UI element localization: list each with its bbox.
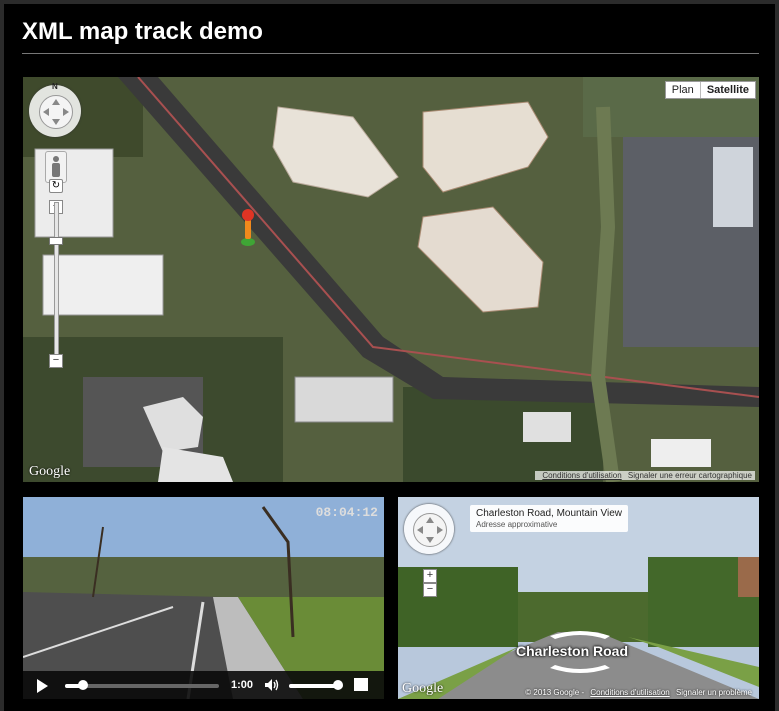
pan-arrows-icon[interactable] bbox=[413, 513, 447, 547]
map-attribution: Conditions d'utilisation Signaler une er… bbox=[535, 471, 755, 480]
zoom-out-button[interactable]: − bbox=[49, 354, 63, 368]
satellite-map[interactable]: Plan Satellite N ↻ + − Google Conditions… bbox=[23, 77, 759, 482]
report-error-link[interactable]: Signaler une erreur cartographique bbox=[628, 471, 752, 480]
track-position-marker-icon[interactable] bbox=[240, 207, 256, 247]
navigation-arrows-icon[interactable] bbox=[545, 628, 615, 676]
north-indicator: N bbox=[52, 82, 58, 91]
map-type-satellite-button[interactable]: Satellite bbox=[699, 82, 755, 98]
street-view-zoom-in-button[interactable]: + bbox=[423, 569, 437, 583]
seek-handle[interactable] bbox=[78, 680, 89, 690]
volume-icon[interactable] bbox=[264, 678, 280, 692]
volume-slider[interactable] bbox=[289, 680, 343, 690]
street-view-panel[interactable]: + − Charleston Road, Mountain View Adres… bbox=[398, 497, 759, 699]
video-controls: 1:00 bbox=[23, 671, 384, 699]
street-view-pan-control[interactable] bbox=[404, 504, 454, 554]
street-view-address-box: Charleston Road, Mountain View Adresse a… bbox=[470, 505, 629, 532]
volume-handle[interactable] bbox=[332, 680, 343, 690]
google-logo: Google bbox=[29, 464, 71, 479]
terms-link[interactable]: Conditions d'utilisation bbox=[542, 471, 621, 480]
map-type-plan-button[interactable]: Plan bbox=[666, 82, 700, 98]
street-view-attribution: © 2013 Google - Conditions d'utilisation… bbox=[518, 688, 755, 697]
map-type-control: Plan Satellite bbox=[664, 81, 756, 99]
report-problem-link[interactable]: Signaler un problème bbox=[676, 688, 752, 697]
address-approx-note: Adresse approximative bbox=[476, 520, 558, 529]
play-icon[interactable] bbox=[37, 679, 48, 693]
fullscreen-icon[interactable] bbox=[354, 678, 368, 691]
google-logo: Google bbox=[402, 681, 444, 696]
address-line: Charleston Road, Mountain View bbox=[476, 508, 623, 519]
satellite-imagery bbox=[23, 77, 759, 482]
video-timestamp: 08:04:12 bbox=[315, 505, 378, 520]
page-title: XML map track demo bbox=[22, 18, 263, 45]
video-duration: 1:00 bbox=[231, 679, 254, 691]
video-player[interactable]: 08:04:12 1:00 bbox=[23, 497, 384, 699]
zoom-slider-track[interactable] bbox=[54, 202, 59, 364]
zoom-slider-thumb[interactable] bbox=[49, 237, 63, 245]
volume-level bbox=[289, 684, 338, 688]
title-divider bbox=[22, 53, 759, 54]
pan-arrows-icon[interactable] bbox=[39, 95, 73, 129]
rotate-icon[interactable]: ↻ bbox=[49, 179, 63, 193]
copyright-text: © 2013 Google - bbox=[525, 688, 585, 697]
terms-link[interactable]: Conditions d'utilisation bbox=[590, 688, 669, 697]
seek-bar[interactable] bbox=[65, 680, 219, 690]
pan-control[interactable]: N bbox=[29, 82, 81, 137]
street-view-zoom-out-button[interactable]: − bbox=[423, 583, 437, 597]
video-frame bbox=[23, 497, 384, 699]
